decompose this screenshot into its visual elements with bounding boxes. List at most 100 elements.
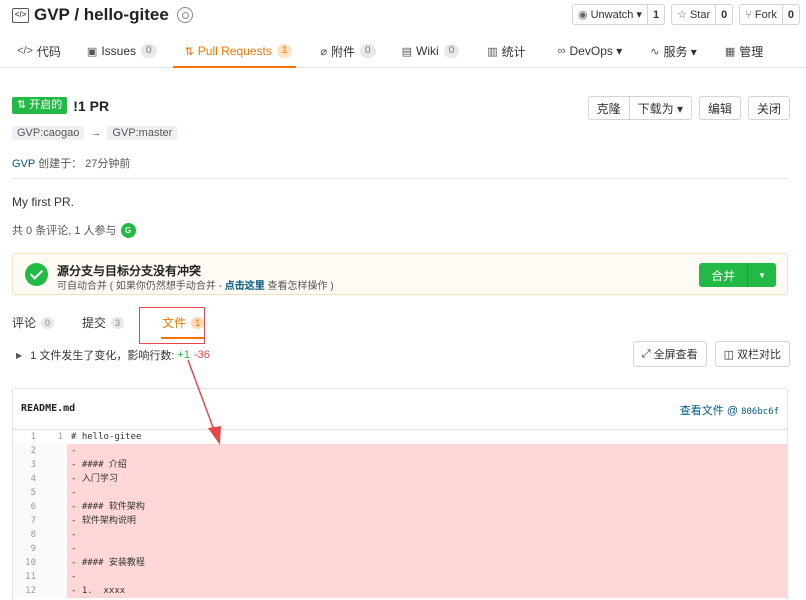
pr-heading: ⇅ 开启的 !1 PR: [12, 97, 109, 114]
tab-manage[interactable]: ▦ 管理: [725, 36, 763, 66]
lines-added: +1: [177, 349, 190, 361]
avatar[interactable]: G: [120, 222, 136, 238]
split-view-button[interactable]: ◫ 双栏对比: [714, 341, 790, 367]
new-line-number[interactable]: [40, 444, 67, 458]
participants: 共 0 条评论, 1 人参与 G: [12, 222, 136, 238]
diff-lines: 1 1 # hello-gitee 2-3- #### 介绍 4- 入门学习 5-6- #…: [13, 430, 787, 598]
fullscreen-button[interactable]: ⤢ 全屏查看: [632, 341, 707, 367]
view-file-link[interactable]: 查看文件 @ 806bc6f: [680, 402, 779, 418]
star-button[interactable]: ☆ Star 0: [671, 4, 734, 25]
old-line-number[interactable]: 6: [13, 500, 40, 514]
tab-pull-requests[interactable]: ⇅ Pull Requests 1: [172, 36, 297, 68]
diff-view-buttons: ⤢ 全屏查看 ◫ 双栏对比: [632, 341, 790, 367]
diff-stats[interactable]: ▶ 1 文件发生了变化，影响行数: +1 -36: [16, 347, 210, 363]
clone-download-group: 克隆 下载为 ▾: [587, 96, 692, 120]
clone-button[interactable]: 克隆: [589, 97, 629, 119]
diff-line: 2-: [13, 444, 787, 458]
old-line-number[interactable]: 9: [13, 542, 40, 556]
new-line-number[interactable]: [40, 570, 67, 584]
old-line-number[interactable]: 5: [13, 486, 40, 500]
pr-state-badge: ⇅ 开启的: [12, 97, 68, 114]
settings-doc-icon: ▦: [724, 45, 736, 58]
old-line-number[interactable]: 2: [13, 444, 40, 458]
diff-code: - #### 介绍: [67, 458, 787, 472]
tab-issues[interactable]: ▣ Issues 0: [87, 36, 157, 66]
bar-chart-icon: ▥: [487, 45, 498, 58]
arrow-right-icon: →: [90, 127, 102, 139]
merge-button[interactable]: 合并: [699, 263, 748, 287]
old-line-number[interactable]: 4: [13, 472, 40, 486]
new-line-number[interactable]: [40, 528, 67, 542]
new-line-number[interactable]: [40, 458, 67, 472]
old-line-number[interactable]: 11: [13, 570, 40, 584]
new-line-number[interactable]: [40, 500, 67, 514]
infinity-icon: ∞: [557, 45, 566, 57]
expand-triangle-icon: ▶: [16, 350, 23, 360]
pulse-icon: ∿: [650, 45, 660, 58]
tab-code[interactable]: </> 代码: [17, 36, 61, 66]
tab-attachments[interactable]: ⌀ 附件 0: [320, 36, 376, 66]
divider: [12, 178, 788, 179]
merge-dropdown-caret[interactable]: ▼: [747, 263, 776, 287]
tab-devops[interactable]: ∞ DevOps ▾: [558, 36, 623, 66]
columns-icon: ◫: [723, 348, 734, 361]
old-line-number[interactable]: 3: [13, 458, 40, 472]
repo-tabs: </> 代码 ▣ Issues 0 ⇅ Pull Requests 1 ⌀ 附件…: [0, 36, 763, 68]
new-line-number[interactable]: [40, 486, 67, 500]
pr-body: My first PR.: [12, 195, 74, 209]
tab-wiki[interactable]: ▤ Wiki 0: [402, 36, 460, 66]
repo-header: </> GVP / hello-gitee ◉ Unwatch ▾ 1 ☆ Star…: [0, 0, 806, 68]
close-button[interactable]: 关闭: [747, 96, 790, 120]
old-line-number[interactable]: 10: [13, 556, 40, 570]
wiki-icon: ▤: [401, 45, 413, 58]
annotation-highlight-box: [139, 307, 205, 344]
tab-services[interactable]: ∿ 服务 ▾: [650, 36, 697, 66]
lines-deleted: -36: [193, 349, 210, 361]
diff-code: -: [67, 542, 787, 556]
new-line-number[interactable]: [40, 556, 67, 570]
diff-code: - 1. xxxx: [67, 584, 787, 598]
source-branch[interactable]: GVP:caogao: [12, 126, 85, 140]
diff-line: 6 - #### 软件架构: [13, 500, 787, 514]
edit-button[interactable]: 编辑: [698, 96, 741, 120]
repo-actions: ◉ Unwatch ▾ 1 ☆ Star 0 ⑂ Fork 0: [571, 4, 800, 25]
code-icon: </>: [17, 45, 33, 57]
diff-code: # hello-gitee: [71, 432, 142, 442]
download-dropdown[interactable]: 下载为 ▾: [628, 97, 691, 119]
diff-code: -: [67, 486, 787, 500]
issues-icon: ▣: [86, 45, 98, 58]
old-line-number[interactable]: 12: [13, 584, 40, 598]
author-link[interactable]: GVP: [12, 158, 35, 170]
diff-line: 12 - 1. xxxx: [13, 584, 787, 598]
watch-count[interactable]: 1: [646, 5, 665, 24]
repo-title[interactable]: GVP / hello-gitee: [34, 5, 169, 25]
diff-line: 10 - #### 安装教程: [13, 556, 787, 570]
pull-request-icon: ⇅: [184, 45, 194, 58]
file-diff: README.md 查看文件 @ 806bc6f 1 1 # hello-gitee…: [12, 388, 788, 600]
new-line-number[interactable]: [40, 542, 67, 556]
expand-icon: ⤢: [641, 347, 651, 360]
repo-icon: </>: [12, 7, 29, 23]
old-line-number[interactable]: 8: [13, 528, 40, 542]
diff-line: 5-: [13, 486, 787, 500]
old-line-number[interactable]: 1: [13, 430, 40, 444]
fork-count[interactable]: 0: [781, 5, 799, 24]
manual-merge-link[interactable]: 点击这里: [225, 281, 265, 292]
old-line-number[interactable]: 7: [13, 514, 40, 528]
diff-code: - 软件架构说明: [67, 514, 787, 528]
new-line-number[interactable]: [40, 584, 67, 598]
star-count[interactable]: 0: [715, 5, 733, 24]
diff-line: 1 1 # hello-gitee: [13, 430, 787, 444]
new-line-number[interactable]: [40, 514, 67, 528]
target-branch[interactable]: GVP:master: [107, 126, 178, 140]
new-line-number[interactable]: [40, 472, 67, 486]
new-line-number[interactable]: 1: [40, 430, 67, 444]
diff-line: 4 - 入门学习: [13, 472, 787, 486]
fork-button[interactable]: ⑂ Fork 0: [739, 4, 800, 25]
tab-commits[interactable]: 提交 3: [82, 314, 125, 331]
unwatch-button[interactable]: ◉ Unwatch ▾ 1: [571, 4, 666, 25]
tab-comments[interactable]: 评论 0: [12, 314, 55, 331]
created-time: 创建于： 27分钟前: [38, 158, 131, 170]
tab-stats[interactable]: ▥ 统计: [487, 36, 525, 66]
branch-info: GVP:caogao → GVP:master: [12, 126, 178, 140]
